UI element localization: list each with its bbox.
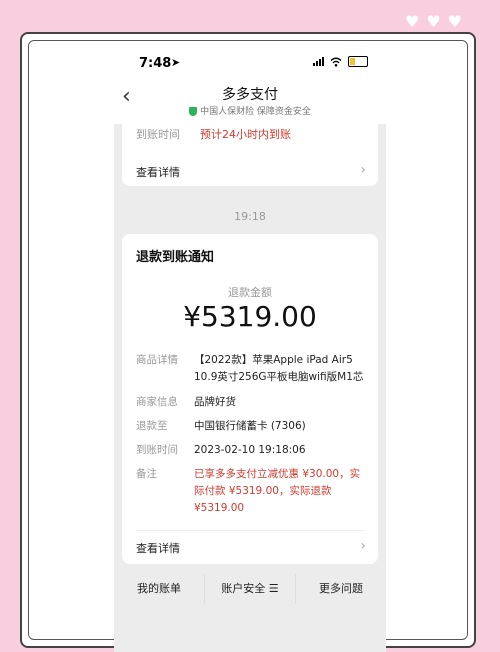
heart-icon: ♥ [447,12,462,31]
status-bar: 7:48 ➤ [114,44,386,82]
wifi-icon [330,57,342,67]
phone-screen: 7:48 ➤ ‹ 多多支付 中国人保财险 保障资金安全 到账时间 预计24小时内… [114,44,386,652]
arrival-time-value: 预计24小时内到账 [200,128,291,141]
heart-icon: ♥ [426,12,441,31]
view-details-link[interactable]: 查看详情 [136,164,180,180]
row-key: 商家信息 [136,396,178,408]
chevron-right-icon: › [360,162,366,178]
row-key: 备注 [136,468,157,480]
nav-header: ‹ 多多支付 中国人保财险 保障资金安全 [114,82,386,124]
shield-icon [189,107,198,116]
battery-icon [348,56,368,67]
tab-more-questions[interactable]: 更多问题 [296,574,386,604]
divider [136,530,364,531]
decorative-hearts: ♥ ♥ ♥ [405,14,462,30]
security-subtitle-text: 中国人保财险 保障资金安全 [200,107,311,117]
refund-amount: ¥5319.00 [183,300,317,333]
status-time: 7:48 [139,56,172,71]
status-icons [313,56,368,67]
row-value: 中国银行储蓄卡 (7306) [194,420,306,432]
view-details-link[interactable]: 查看详情 [136,540,180,556]
previous-notification-card: 到账时间 预计24小时内到账 查看详情 › [122,122,378,186]
row-key: 退款至 [136,420,168,432]
row-value: 2023-02-10 19:18:06 [194,444,306,456]
arrival-time-label: 到账时间 [136,128,180,141]
row-value: 已享多多支付立减优惠 ¥30.00，实际付款 ¥5319.00，实际退款 ¥53… [194,468,361,514]
signal-icon [313,57,324,66]
location-icon: ➤ [171,56,181,69]
bottom-tab-bar: 我的账单 账户安全 ☰ 更多问题 [114,574,386,604]
row-value: 【2022款】苹果Apple iPad Air5 10.9英寸256G平板电脑w… [194,354,364,383]
tab-account-security[interactable]: 账户安全 ☰ [205,574,296,604]
page-title: 多多支付 [222,87,278,103]
refund-card-title: 退款到账通知 [136,250,215,265]
row-key: 商品详情 [136,354,178,366]
message-timestamp: 19:18 [234,210,266,223]
chevron-right-icon: › [360,538,366,554]
refund-amount-label: 退款金额 [228,286,272,299]
row-key: 到账时间 [136,444,178,456]
security-subtitle: 中国人保财险 保障资金安全 [114,104,386,117]
heart-icon: ♥ [404,12,420,31]
tab-my-bills[interactable]: 我的账单 [114,574,205,604]
refund-notification-card: 退款到账通知 退款金额 ¥5319.00 商品详情 【2022款】苹果Apple… [122,234,378,564]
row-value: 品牌好货 [194,396,236,408]
